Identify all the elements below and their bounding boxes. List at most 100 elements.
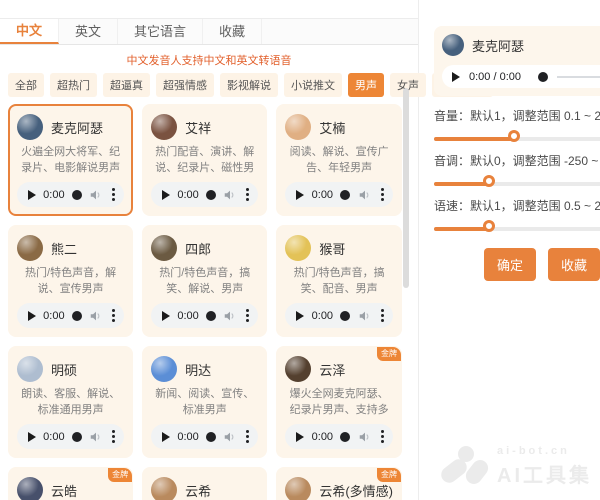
voice-description: 热门配音、演讲、解说、纪录片、磁性男声 — [151, 145, 258, 176]
pitch-slider-thumb[interactable] — [483, 175, 495, 187]
gold-badge: 金牌 — [377, 468, 401, 482]
voice-description: 爆火全网麦克阿瑟、纪录片男声、支持多情感、多角色 — [285, 387, 393, 418]
voice-description: 热门/特色声音，解说、宣传男声 — [17, 266, 124, 297]
voice-description: 阅读、解说、宣传广告、年轻男声 — [285, 145, 393, 176]
volume-icon[interactable] — [89, 309, 103, 323]
voice-grid: 麦克阿瑟火遍全网大将军、纪录片、电影解说男声0:00艾祥热门配音、演讲、解说、纪… — [0, 97, 418, 500]
panel-audio-player[interactable]: 0:00 / 0:00 — [442, 65, 600, 88]
play-icon[interactable] — [296, 311, 304, 321]
audio-player[interactable]: 0:00 — [17, 182, 124, 207]
more-options-icon[interactable] — [110, 307, 117, 324]
play-icon[interactable] — [452, 72, 460, 82]
voice-card[interactable]: 四郎热门/特色声音，搞笑、解说、男声0:00 — [142, 225, 267, 337]
more-options-icon[interactable] — [244, 307, 251, 324]
gold-badge: 金牌 — [377, 347, 401, 361]
confirm-button[interactable]: 确定 — [484, 248, 536, 281]
audio-player[interactable]: 0:00 — [17, 424, 124, 449]
voice-card-header: 艾祥 — [151, 114, 258, 140]
pitch-slider[interactable] — [434, 182, 600, 186]
audio-player[interactable]: 0:00 — [285, 303, 393, 328]
audio-player[interactable]: 0:00 — [285, 424, 393, 449]
play-icon[interactable] — [28, 311, 36, 321]
speed-slider[interactable] — [434, 227, 600, 231]
voice-card[interactable]: 金牌云皓阅读解说、广告宣传中年男声、支持多情感0:00 — [8, 467, 133, 500]
more-options-icon[interactable] — [379, 186, 386, 203]
selected-voice-avatar — [442, 34, 464, 56]
volume-icon[interactable] — [358, 430, 372, 444]
voice-avatar — [17, 356, 43, 382]
volume-icon[interactable] — [223, 188, 237, 202]
watermark-domain: ai-bot.cn — [497, 445, 592, 457]
more-options-icon[interactable] — [110, 186, 117, 203]
play-icon[interactable] — [296, 190, 304, 200]
voice-card[interactable]: 金牌云希(多情感)火遍全网、电影解说、广告宣传男声、支持多情感、多角色0:00 — [276, 467, 402, 500]
seek-thumb-icon[interactable] — [72, 190, 82, 200]
seek-thumb-icon[interactable] — [72, 432, 82, 442]
tab-chinese[interactable]: 中文 — [0, 19, 59, 44]
audio-player[interactable]: 0:00 — [151, 303, 258, 328]
voice-list-area: 中文英文其它语言收藏 中文发音人支持中文和英文转语音 全部超热门超逼真超强情感影… — [0, 0, 419, 500]
volume-icon[interactable] — [89, 188, 103, 202]
scrollbar-thumb[interactable] — [403, 88, 409, 288]
speed-slider-group: 语速：默认1，调整范围 0.5 ~ 2 — [434, 197, 600, 231]
voice-name: 明达 — [185, 360, 211, 379]
volume-icon[interactable] — [223, 430, 237, 444]
seek-thumb-icon[interactable] — [340, 190, 350, 200]
volume-icon[interactable] — [223, 309, 237, 323]
play-icon[interactable] — [162, 432, 170, 442]
play-icon[interactable] — [28, 432, 36, 442]
voice-card[interactable]: 云希火遍全网、电影解说、广告宣传男声0:00 — [142, 467, 267, 500]
audio-player[interactable]: 0:00 — [151, 182, 258, 207]
more-options-icon[interactable] — [110, 428, 117, 445]
volume-icon[interactable] — [358, 188, 372, 202]
tab-english[interactable]: 英文 — [59, 19, 118, 44]
play-icon[interactable] — [162, 190, 170, 200]
seek-thumb-icon[interactable] — [538, 72, 548, 82]
seek-thumb-icon[interactable] — [340, 311, 350, 321]
seek-thumb-icon[interactable] — [206, 432, 216, 442]
voice-card[interactable]: 明硕朗读、客服、解说、标准通用男声0:00 — [8, 346, 133, 458]
speed-slider-thumb[interactable] — [483, 220, 495, 232]
volume-icon[interactable] — [89, 430, 103, 444]
voice-card[interactable]: 明达新闻、阅读、宣传、标准男声0:00 — [142, 346, 267, 458]
voice-card[interactable]: 艾祥热门配音、演讲、解说、纪录片、磁性男声 0:00 — [142, 104, 267, 216]
more-options-icon[interactable] — [244, 428, 251, 445]
seek-thumb-icon[interactable] — [340, 432, 350, 442]
voice-card[interactable]: 金牌云泽爆火全网麦克阿瑟、纪录片男声、支持多情感、多角色0:00 — [276, 346, 402, 458]
volume-slider-thumb[interactable] — [508, 130, 520, 142]
play-icon[interactable] — [162, 311, 170, 321]
more-options-icon[interactable] — [244, 186, 251, 203]
filter-chip-male-voice[interactable]: 男声 — [348, 73, 384, 97]
voice-name: 云皓 — [51, 481, 77, 500]
play-icon[interactable] — [296, 432, 304, 442]
voice-card[interactable]: 艾楠阅读、解说、宣传广告、年轻男声0:00 — [276, 104, 402, 216]
more-options-icon[interactable] — [379, 428, 386, 445]
filter-chip-novel-push[interactable]: 小说推文 — [284, 73, 342, 97]
voice-card[interactable]: 麦克阿瑟火遍全网大将军、纪录片、电影解说男声0:00 — [8, 104, 133, 216]
voice-card-header: 云皓 — [17, 477, 124, 500]
tab-favorites[interactable]: 收藏 — [203, 19, 262, 44]
audio-player[interactable]: 0:00 — [151, 424, 258, 449]
voice-card[interactable]: 猴哥热门/特色声音，搞笑、配音、男声0:00 — [276, 225, 402, 337]
filter-chip-movie-commentary[interactable]: 影视解说 — [220, 73, 278, 97]
play-icon[interactable] — [28, 190, 36, 200]
filter-chip-all[interactable]: 全部 — [8, 73, 44, 97]
seek-thumb-icon[interactable] — [206, 190, 216, 200]
time-display: 0:00 — [312, 189, 333, 201]
favorite-button[interactable]: 收藏 — [548, 248, 600, 281]
seek-thumb-icon[interactable] — [72, 311, 82, 321]
filter-chip-super-emotion[interactable]: 超强情感 — [156, 73, 214, 97]
tab-other-languages[interactable]: 其它语言 — [118, 19, 203, 44]
more-options-icon[interactable] — [379, 307, 386, 324]
time-display: 0:00 — [177, 189, 198, 201]
seek-thumb-icon[interactable] — [206, 311, 216, 321]
voice-card[interactable]: 熊二热门/特色声音，解说、宣传男声0:00 — [8, 225, 133, 337]
volume-icon[interactable] — [358, 309, 372, 323]
filter-chip-super-hot[interactable]: 超热门 — [50, 73, 97, 97]
seek-track[interactable] — [557, 76, 600, 78]
volume-slider[interactable] — [434, 137, 600, 141]
audio-player[interactable]: 0:00 — [285, 182, 393, 207]
audio-player[interactable]: 0:00 — [17, 303, 124, 328]
scrollbar[interactable] — [403, 88, 409, 488]
filter-chip-super-real[interactable]: 超逼真 — [103, 73, 150, 97]
